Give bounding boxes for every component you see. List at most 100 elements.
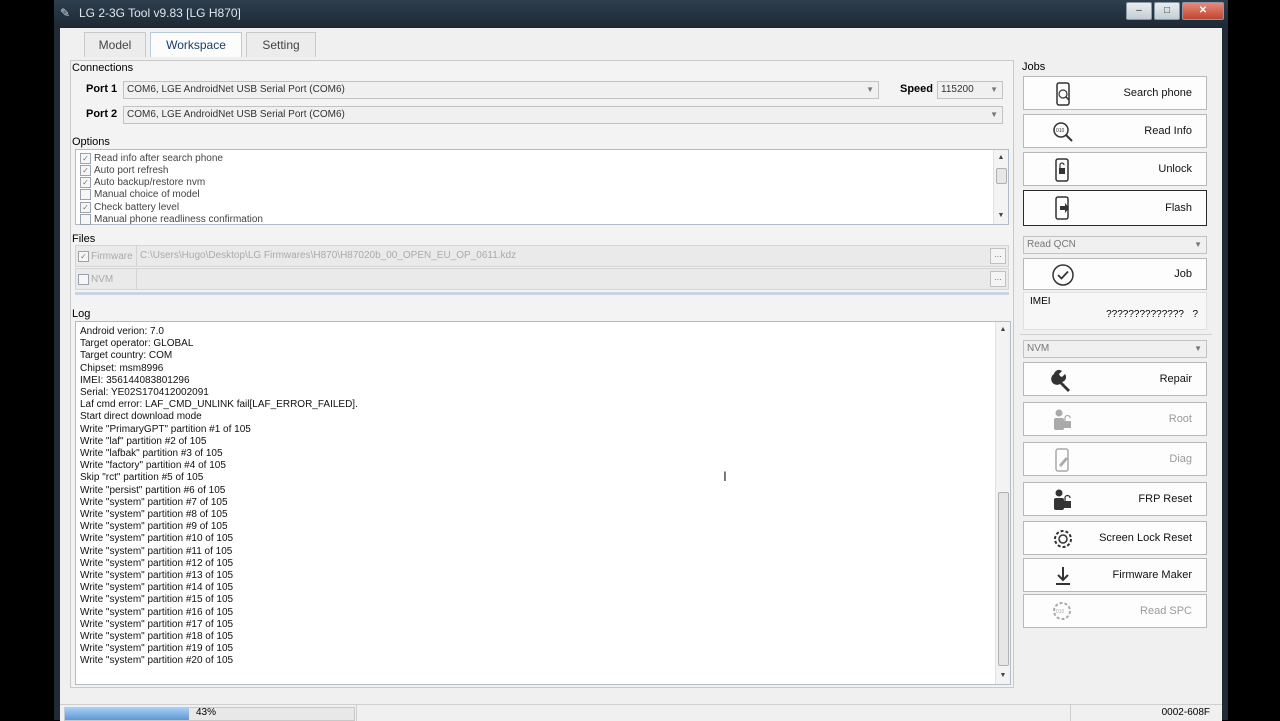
log-line: Write "system" partition #12 of 105 — [80, 557, 234, 569]
firmware-row: ✓ Firmware C:\Users\Hugo\Desktop\LG Firm… — [75, 245, 1009, 267]
log-line: Write "lafbak" partition #3 of 105 — [80, 448, 223, 460]
log-line: Write "laf" partition #2 of 105 — [80, 435, 207, 447]
read-qcn-value: Read QCN — [1027, 239, 1076, 250]
firmware-browse-button[interactable]: ... — [990, 248, 1006, 264]
root-label: Root — [1168, 413, 1192, 425]
read-qcn-select[interactable]: Read QCN ▼ — [1023, 236, 1207, 254]
scroll-up-icon[interactable]: ▲ — [996, 324, 1010, 336]
nvm-row: NVM ... — [75, 268, 1009, 290]
log-line: Write "system" partition #20 of 105 — [80, 655, 234, 667]
log-text: Android verion: 7.0 Target operator: GLOB… — [80, 326, 358, 668]
scroll-thumb[interactable] — [996, 168, 1007, 184]
option-checkbox[interactable]: ✓ — [80, 164, 91, 176]
firmware-path[interactable]: C:\Users\Hugo\Desktop\LG Firmwares\H870\… — [140, 250, 516, 261]
phone-lock-icon — [1055, 158, 1069, 182]
log-line: Write "system" partition #16 of 105 — [80, 606, 234, 618]
svg-text:010: 010 — [1056, 609, 1065, 615]
option-item[interactable]: ✓ Check battery level — [80, 201, 179, 213]
search-phone-label: Search phone — [1123, 87, 1193, 99]
firmware-maker-label: Firmware Maker — [1112, 569, 1192, 581]
log-scrollbar[interactable]: ▲ ▼ — [995, 322, 1010, 684]
log-box[interactable]: Android verion: 7.0 Target operator: GLOB… — [75, 321, 1011, 685]
maximize-icon[interactable]: □ — [1154, 2, 1180, 20]
option-item[interactable]: ✓ Auto backup/restore nvm — [80, 177, 205, 189]
root-button[interactable]: Root — [1023, 402, 1207, 436]
option-checkbox[interactable] — [80, 214, 91, 225]
phone-edit-icon — [1055, 448, 1069, 472]
log-label: Log — [72, 308, 91, 320]
imei-help[interactable]: ? — [1192, 309, 1198, 320]
tab-setting[interactable]: Setting — [246, 32, 316, 57]
log-line: Write "system" partition #8 of 105 — [80, 509, 228, 521]
diag-label: Diag — [1169, 453, 1192, 465]
port1-label: Port 1 — [86, 83, 118, 95]
port1-select[interactable]: COM6, LGE AndroidNet USB Serial Port (CO… — [123, 81, 879, 99]
app-window: ✎ LG 2-3G Tool v9.83 [LG H870] – □ ✕ Mod… — [54, 0, 1228, 721]
option-checkbox[interactable]: ✓ — [80, 152, 91, 164]
log-line: Write "PrimaryGPT" partition #1 of 105 — [80, 423, 251, 435]
option-label: Check battery level — [94, 201, 180, 213]
scroll-thumb[interactable] — [998, 492, 1009, 666]
port1-value: COM6, LGE AndroidNet USB Serial Port (CO… — [127, 84, 345, 95]
options-list[interactable]: ✓ Read info after search phone ✓ Auto port … — [75, 149, 1009, 225]
log-line: Serial: YE02S170412002091 — [80, 387, 209, 399]
nvm-browse-button[interactable]: ... — [990, 271, 1006, 287]
svg-text:010: 010 — [1056, 128, 1065, 134]
imei-label: IMEI — [1030, 296, 1051, 307]
port2-label: Port 2 — [86, 108, 118, 120]
frp-reset-button[interactable]: FRP Reset — [1023, 482, 1207, 516]
option-item[interactable]: ✓ Auto port refresh — [80, 164, 168, 176]
nvm-select[interactable]: NVM ▼ — [1023, 340, 1207, 358]
option-checkbox[interactable]: ✓ — [80, 177, 91, 189]
firmware-maker-button[interactable]: Firmware Maker — [1023, 558, 1207, 592]
diag-button[interactable]: Diag — [1023, 442, 1207, 476]
nvm-checkbox[interactable] — [78, 274, 89, 285]
check-circle-icon — [1052, 264, 1074, 286]
repair-label: Repair — [1159, 373, 1192, 385]
repair-button[interactable]: Repair — [1023, 362, 1207, 396]
port2-select[interactable]: COM6, LGE AndroidNet USB Serial Port (CO… — [123, 106, 1003, 124]
minimize-icon[interactable]: – — [1126, 2, 1152, 20]
job-button[interactable]: Job — [1023, 258, 1207, 290]
scroll-up-icon[interactable]: ▲ — [994, 152, 1008, 164]
right-black-border — [1228, 0, 1280, 720]
option-item[interactable]: Manual choice of model — [80, 189, 200, 201]
tab-model[interactable]: Model — [84, 32, 146, 57]
status-bar: 43% 0002-608F — [60, 704, 1222, 721]
jobs-label: Jobs — [1022, 61, 1046, 73]
nvm-label: NVM — [91, 274, 114, 285]
speed-select[interactable]: 115200 ▼ — [937, 81, 1003, 99]
option-item[interactable]: Manual phone readliness confirmation — [80, 214, 263, 226]
options-scrollbar[interactable]: ▲ ▼ — [993, 150, 1008, 224]
option-checkbox[interactable]: ✓ — [80, 201, 91, 213]
text-cursor-icon: I — [723, 468, 727, 484]
flash-button[interactable]: Flash — [1023, 190, 1207, 226]
imei-value: ?????????????? — [1106, 309, 1184, 320]
option-item[interactable]: ✓ Read info after search phone — [80, 152, 223, 164]
option-checkbox[interactable] — [80, 189, 91, 201]
scroll-down-icon[interactable]: ▼ — [994, 210, 1008, 222]
chevron-down-icon: ▼ — [866, 85, 874, 94]
option-label: Read info after search phone — [94, 152, 223, 164]
title-bar[interactable]: ✎ LG 2-3G Tool v9.83 [LG H870] – □ ✕ — [54, 0, 1228, 28]
firmware-checkbox[interactable]: ✓ — [78, 251, 89, 262]
screen-lock-reset-button[interactable]: Screen Lock Reset — [1023, 521, 1207, 555]
screen-lock-reset-label: Screen Lock Reset — [1099, 532, 1192, 544]
read-info-label: Read Info — [1144, 125, 1192, 137]
files-label: Files — [72, 233, 96, 245]
progress-fill — [65, 708, 190, 720]
log-line: Target country: COM — [80, 350, 173, 362]
log-line: Write "system" partition #19 of 105 — [80, 643, 234, 655]
search-phone-button[interactable]: Search phone — [1023, 76, 1207, 110]
unlock-button[interactable]: Unlock — [1023, 152, 1207, 186]
option-label: Auto port refresh — [94, 164, 169, 176]
read-info-button[interactable]: 010 Read Info — [1023, 114, 1207, 148]
read-spc-button[interactable]: 010 Read SPC — [1023, 594, 1207, 628]
scroll-down-icon[interactable]: ▼ — [996, 670, 1010, 682]
log-line: Chipset: msm8996 — [80, 362, 164, 374]
wrench-icon — [1051, 369, 1070, 392]
close-icon[interactable]: ✕ — [1182, 2, 1224, 20]
tab-workspace[interactable]: Workspace — [150, 32, 242, 57]
phone-flash-icon — [1055, 196, 1069, 220]
read-spc-label: Read SPC — [1140, 605, 1192, 617]
